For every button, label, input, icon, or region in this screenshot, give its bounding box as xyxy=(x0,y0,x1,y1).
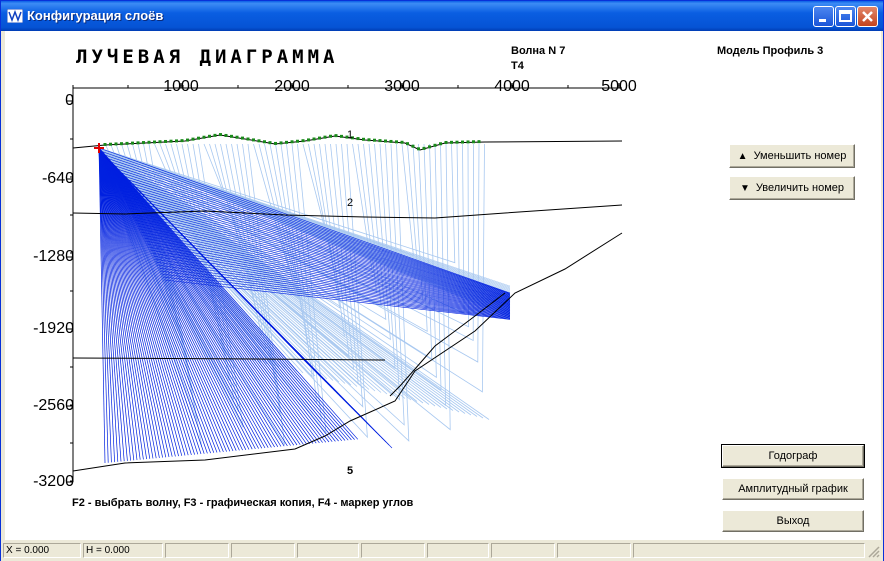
amplitude-graph-button[interactable]: Амплитудный график xyxy=(722,478,864,500)
close-button[interactable] xyxy=(857,6,878,27)
increase-number-button[interactable]: ▼ Увеличить номер xyxy=(729,176,855,200)
status-cell xyxy=(297,543,359,558)
status-cell xyxy=(557,543,631,558)
status-x: X = 0.000 xyxy=(3,543,81,558)
status-cell xyxy=(491,543,555,558)
maximize-icon xyxy=(839,10,852,22)
status-cell xyxy=(361,543,425,558)
status-h: H = 0.000 xyxy=(83,543,163,558)
hotkey-hint: F2 - выбрать волну, F3 - графическая коп… xyxy=(72,497,414,509)
main-panel: ЛУЧЕВАЯ ДИАГРАММА Волна N 7 T4 Модель Пр… xyxy=(5,31,881,540)
status-cell xyxy=(165,543,229,558)
status-cell xyxy=(427,543,489,558)
model-label: Модель Профиль 3 xyxy=(717,45,824,57)
status-bar: X = 0.000 H = 0.000 xyxy=(1,540,883,561)
increase-number-label: Увеличить номер xyxy=(755,182,844,194)
app-icon xyxy=(7,9,23,23)
y-tick-label: -1280 xyxy=(33,248,74,265)
layer-label-2: 2 xyxy=(347,197,354,209)
y-tick-label: -2560 xyxy=(33,397,74,414)
x-tick-label: 4000 xyxy=(494,78,530,95)
y-tick-label: -1920 xyxy=(33,320,74,337)
x-tick-label: 3000 xyxy=(384,78,420,95)
wave-type: T4 xyxy=(511,60,524,72)
app-window: Конфигурация слоёв ЛУЧЕВАЯ ДИАГРАММА Вол… xyxy=(0,0,884,561)
wave-label: Волна N 7 xyxy=(511,45,566,57)
decrease-number-label: Уменьшить номер xyxy=(753,150,847,162)
close-icon xyxy=(862,11,873,22)
window-title: Конфигурация слоёв xyxy=(27,8,164,23)
minimize-button[interactable] xyxy=(813,6,834,27)
exit-button[interactable]: Выход xyxy=(722,510,864,532)
title-bar[interactable]: Конфигурация слоёв xyxy=(1,1,883,31)
x-tick-label: 5000 xyxy=(601,78,637,95)
arrow-down-icon: ▼ xyxy=(739,182,750,194)
x-tick-label: 1000 xyxy=(163,78,199,95)
layer-label-5: 5 xyxy=(347,465,354,477)
y-tick-label: -640 xyxy=(41,170,74,187)
y-tick-label: 0 xyxy=(65,92,74,109)
plot-title: ЛУЧЕВАЯ ДИАГРАММА xyxy=(76,46,339,68)
x-tick-label: 2000 xyxy=(274,78,310,95)
layer-label-1: 1 xyxy=(347,129,354,141)
traveltime-button[interactable]: Годограф xyxy=(721,444,865,468)
maximize-button[interactable] xyxy=(835,6,856,27)
status-cell xyxy=(231,543,295,558)
minimize-icon xyxy=(819,19,826,22)
decrease-number-button[interactable]: ▲ Уменьшить номер xyxy=(729,144,855,168)
resize-grip-icon[interactable] xyxy=(867,545,881,559)
y-tick-label: -3200 xyxy=(33,473,74,490)
status-cell xyxy=(633,543,865,558)
arrow-up-icon: ▲ xyxy=(737,150,748,162)
